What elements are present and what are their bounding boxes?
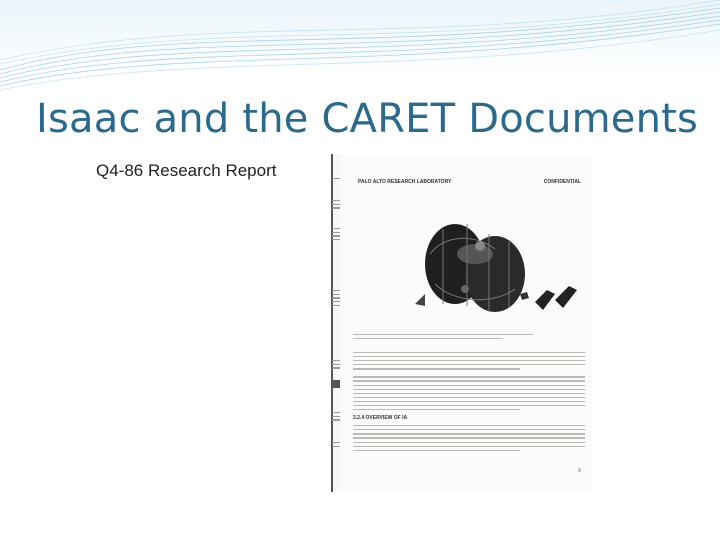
page-header-left: PALO ALTO RESEARCH LABORATORY: [358, 179, 452, 185]
scanned-document-image: PALO ALTO RESEARCH LABORATORY CONFIDENTI…: [331, 154, 593, 492]
body-text-block: 3.2.4 OVERVIEW OF IA: [353, 352, 585, 454]
section-heading: 3.2.4 OVERVIEW OF IA: [353, 415, 408, 422]
margin-text-stub: [332, 200, 340, 211]
decorative-waves: [0, 0, 720, 91]
page-number: 6: [578, 468, 581, 474]
page-header-right: CONFIDENTIAL: [543, 179, 581, 185]
document-page: PALO ALTO RESEARCH LABORATORY CONFIDENTI…: [341, 154, 593, 492]
margin-text-stub: [332, 360, 340, 371]
margin-text-stub: [332, 412, 340, 423]
margin-text-stub: [332, 228, 340, 243]
figure-caption: [353, 334, 533, 342]
robot-photo: [415, 224, 577, 312]
bullet-text: Q4-86 Research Report: [96, 161, 277, 180]
margin-text-stub: [332, 442, 340, 449]
slide-title: Isaac and the CARET Documents: [36, 96, 699, 142]
margin-text-stub: [332, 290, 340, 308]
margin-text-stub: [332, 178, 340, 182]
bullet-item: Q4-86 Research Report: [96, 161, 276, 181]
margin-block: [332, 380, 340, 388]
